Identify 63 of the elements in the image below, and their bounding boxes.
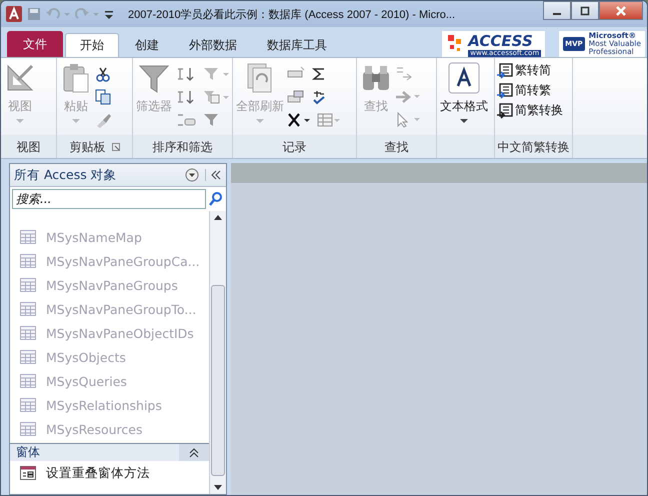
- table-icon: [20, 398, 36, 412]
- window-title: 2007-2010学员必看此示例：数据库 (Access 2007 - 2010) - Micro...: [128, 8, 456, 22]
- ribbon-tab[interactable]: 创建: [121, 33, 173, 57]
- scrollbar[interactable]: [209, 211, 226, 494]
- app-icon[interactable]: [5, 5, 23, 23]
- ribbon-button[interactable]: 文本格式: [439, 60, 489, 134]
- table-icon: [20, 302, 36, 316]
- close-button[interactable]: [599, 1, 643, 20]
- search-field[interactable]: 搜索...: [12, 189, 206, 209]
- caret-icon: [256, 119, 264, 124]
- collapse-icon[interactable]: [205, 169, 222, 181]
- ribbon-tab[interactable]: 外部数据: [175, 33, 251, 57]
- brush-icon[interactable]: [95, 112, 111, 128]
- funnel-icon[interactable]: [203, 112, 219, 128]
- group-label: 视图: [16, 138, 40, 156]
- group-label: 排序和筛选: [152, 138, 212, 156]
- minimize-icon: [553, 12, 561, 14]
- table-icon: [20, 350, 36, 364]
- ribbon-tab[interactable]: 开始: [65, 33, 119, 57]
- table-icon: [20, 326, 36, 340]
- search-icon[interactable]: [208, 191, 224, 207]
- cursor-icon[interactable]: [395, 112, 421, 128]
- convert-button[interactable]: 简繁转换: [497, 102, 563, 119]
- table-icon: [20, 422, 36, 436]
- convert-icon: [497, 82, 513, 98]
- caret-icon: [72, 119, 80, 124]
- restore-button[interactable]: [571, 1, 599, 20]
- group-label: 查找: [384, 138, 408, 156]
- group-label: 中文简繁转换: [498, 138, 570, 156]
- save-record-icon[interactable]: [287, 88, 305, 105]
- copy-icon[interactable]: [95, 88, 111, 105]
- group-label: 记录: [282, 138, 306, 156]
- form-icon: [20, 466, 36, 480]
- caret-icon: [16, 119, 24, 124]
- object-item[interactable]: 设置重叠窗体方法: [10, 461, 209, 485]
- table-icon: [20, 374, 36, 388]
- scissors-icon[interactable]: [95, 66, 111, 82]
- group-header[interactable]: 窗体: [10, 443, 209, 461]
- table-icon: [20, 254, 36, 268]
- dialog-launcher-icon[interactable]: [112, 143, 120, 151]
- group-label: 剪贴板: [70, 138, 106, 156]
- spelling-check-icon[interactable]: [311, 88, 327, 105]
- convert-button[interactable]: 简转繁: [497, 82, 563, 99]
- close-icon: [615, 4, 627, 16]
- convert-icon: [497, 102, 513, 118]
- ribbon-tab[interactable]: 数据库工具: [253, 33, 341, 57]
- table-icon: [20, 230, 36, 244]
- minimize-button[interactable]: [543, 1, 571, 20]
- dropdown-icon[interactable]: [185, 168, 199, 182]
- restore-icon: [580, 6, 590, 16]
- caret-icon: [460, 119, 468, 124]
- filter-form-icon[interactable]: [203, 88, 229, 105]
- more-grid-icon[interactable]: [317, 112, 341, 128]
- file-tab[interactable]: 文件: [7, 31, 63, 57]
- sum-icon[interactable]: [311, 66, 327, 82]
- access-logo-text: ACCESS: [468, 32, 534, 50]
- convert-icon: [497, 62, 513, 78]
- delete-icon[interactable]: [287, 112, 311, 128]
- convert-button[interactable]: 繁转简: [497, 62, 563, 79]
- clear-sort-icon[interactable]: [175, 112, 197, 128]
- table-icon: [20, 278, 36, 292]
- collapse-icon: [189, 448, 199, 458]
- text-format-icon: [448, 62, 480, 94]
